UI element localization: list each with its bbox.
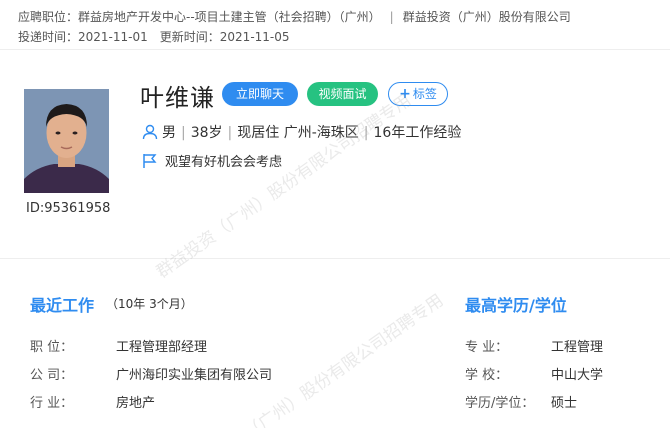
separator: | — [389, 10, 394, 24]
residence: 现居住 广州-海珠区 — [237, 125, 359, 141]
delivered-label: 投递时间： — [18, 30, 79, 44]
person-icon — [142, 124, 158, 144]
updated-label: 更新时间： — [159, 30, 220, 44]
gender: 男 — [162, 125, 176, 141]
basic-info-line: 男 | 38岁 | 现居住 广州-海珠区 | 16年工作经验 — [142, 122, 461, 144]
candidate-photo — [24, 89, 109, 193]
recent-work-duration: （10年 3个月） — [106, 297, 193, 311]
apply-position: 群益房地产开发中心--项目土建主管（社会招聘）（广州） — [78, 10, 381, 24]
delivered-date: 2021-11-01 — [78, 30, 148, 44]
apply-label: 应聘职位： — [18, 10, 79, 24]
position-value: 工程管理部经理 — [116, 340, 208, 355]
degree-label: 学历/学位： — [465, 396, 535, 411]
section-divider — [0, 258, 670, 259]
add-tag-button[interactable]: + 标签 — [388, 82, 448, 106]
application-position-line: 应聘职位：群益房地产开发中心--项目土建主管（社会招聘）（广州） | 群益投资（广州… — [18, 8, 571, 25]
school-value: 中山大学 — [551, 368, 604, 383]
job-status-line: 观望有好机会会考虑 — [142, 151, 282, 173]
work-experience: 16年工作经验 — [373, 125, 462, 141]
watermark: 群益投资（广州）股份有限公司招聘专用 — [152, 90, 415, 283]
company-label: 公 司： — [30, 368, 74, 383]
company-value: 广州海印实业集团有限公司 — [116, 368, 273, 383]
education-title: 最高学历/学位 — [465, 296, 567, 315]
application-dates-line: 投递时间：2021-11-01 更新时间：2021-11-05 — [18, 28, 290, 45]
application-info-bar: 应聘职位：群益房地产开发中心--项目土建主管（社会招聘）（广州） | 群益投资（广州… — [0, 0, 670, 50]
chat-now-button[interactable]: 立即聊天 — [222, 82, 298, 106]
industry-label: 行 业： — [30, 396, 74, 411]
major-value: 工程管理 — [551, 340, 604, 355]
recent-work-title: 最近工作 — [30, 296, 95, 315]
school-label: 学 校： — [465, 368, 509, 383]
updated-date: 2021-11-05 — [219, 30, 290, 44]
plus-icon: + — [399, 86, 411, 102]
age: 38岁 — [190, 125, 223, 141]
tag-label: 标签 — [412, 87, 437, 101]
degree-value: 硕士 — [551, 396, 578, 411]
industry-value: 房地产 — [116, 396, 156, 411]
major-label: 专 业： — [465, 340, 509, 355]
position-label: 职 位： — [30, 340, 74, 355]
watermark: （广州）股份有限公司招聘专用 — [240, 290, 448, 428]
candidate-id: ID:95361958 — [26, 201, 111, 216]
candidate-name: 叶维谦 — [140, 84, 215, 112]
flag-icon — [142, 153, 157, 173]
job-status: 观望有好机会会考虑 — [165, 155, 283, 170]
video-interview-button[interactable]: 视频面试 — [307, 82, 378, 106]
company-name: 群益投资（广州）股份有限公司 — [402, 10, 571, 24]
